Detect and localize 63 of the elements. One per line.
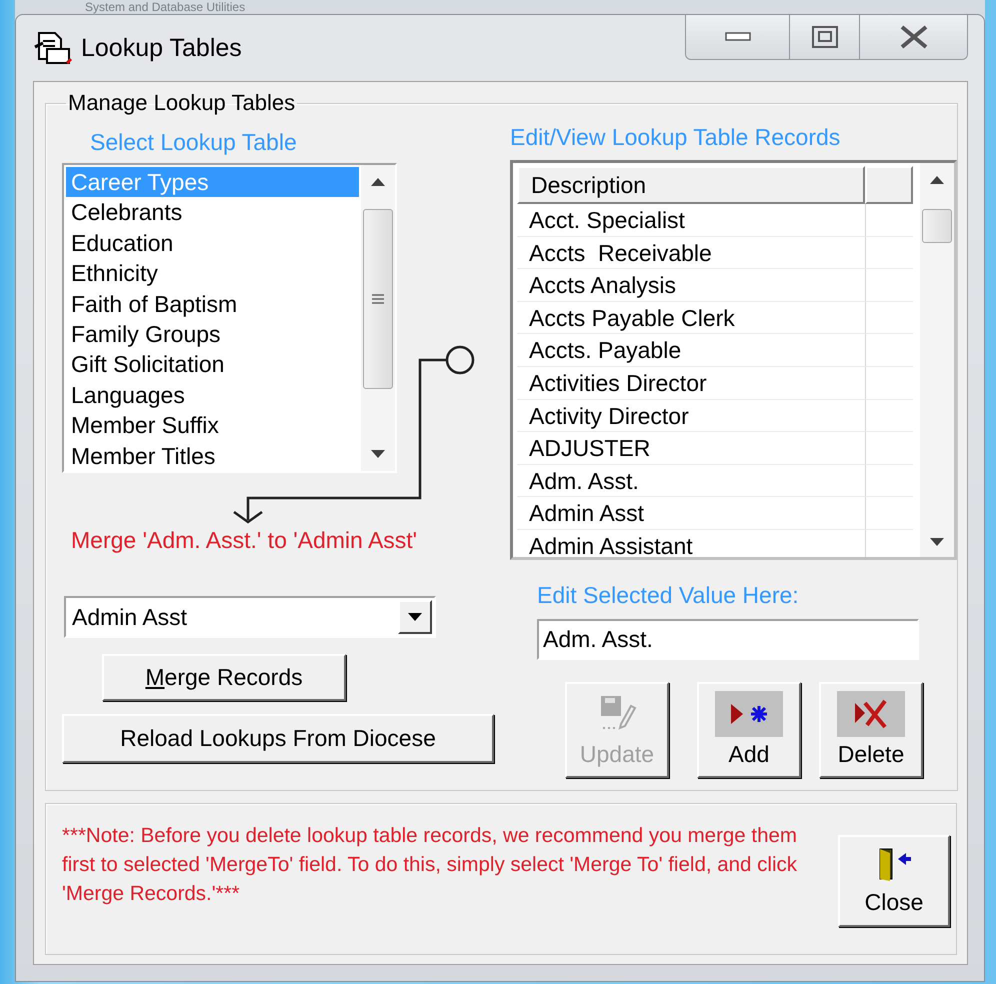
scroll-down-icon[interactable]	[930, 538, 944, 546]
merge-to-dropdown[interactable]: Admin Asst	[64, 596, 436, 638]
table-cell[interactable]: Admin Assistant	[517, 530, 865, 558]
list-item[interactable]: Celebrants	[66, 197, 359, 228]
column-header[interactable]	[865, 166, 913, 204]
column-header[interactable]: Description	[517, 166, 865, 204]
window-title: System and Database Utilities	[85, 0, 246, 14]
scrollbar[interactable]	[920, 163, 954, 558]
list-item[interactable]: Education	[66, 228, 359, 258]
table-cell[interactable]	[865, 269, 913, 302]
window-title: Lookup Tables	[81, 34, 242, 62]
table-cell[interactable]	[865, 204, 913, 237]
table-cell[interactable]	[865, 400, 913, 432]
dropdown-arrow-icon[interactable]	[408, 613, 422, 621]
lookup-table-list[interactable]: Career Types Celebrants Education Ethnicity Faith of Baptism Family Groups Gift Solicitation Languages Member Suffix Member Titles	[62, 163, 397, 473]
scroll-down-icon[interactable]	[371, 450, 385, 458]
list-item[interactable]: Languages	[66, 380, 359, 410]
table-cell[interactable]	[865, 432, 913, 465]
records-label: Edit/View Lookup Table Records	[510, 124, 842, 151]
list-item[interactable]: Ethnicity	[66, 258, 359, 289]
maximize-button[interactable]	[789, 15, 859, 59]
table-cell[interactable]: Accts Payable Clerk	[517, 302, 865, 334]
list-item[interactable]: Faith of Baptism	[66, 288, 359, 319]
list-label: Select Lookup Table	[90, 129, 298, 156]
table-cell[interactable]	[865, 302, 913, 334]
table-cell[interactable]: Accts Analysis	[517, 269, 865, 302]
table-cell[interactable]: Activities Director	[517, 366, 865, 400]
delete-button[interactable]: Delete	[819, 682, 923, 778]
maximize-icon[interactable]	[812, 26, 838, 48]
scroll-thumb[interactable]	[363, 209, 393, 389]
close-button[interactable]	[859, 15, 967, 59]
edit-label: Edit Selected Value Here:	[537, 582, 800, 610]
table-cell[interactable]: Acct. Specialist	[517, 204, 865, 237]
list-item[interactable]: Gift Solicitation	[66, 349, 359, 380]
list-item[interactable]: Member Titles	[66, 440, 359, 471]
scroll-thumb[interactable]	[922, 209, 952, 243]
add-button[interactable]: Add	[697, 682, 801, 778]
app-icon	[33, 29, 73, 67]
close-icon[interactable]	[898, 25, 928, 49]
table-cell[interactable]	[865, 334, 913, 367]
table-cell[interactable]: Accts. Payable	[517, 334, 865, 367]
table-cell[interactable]	[865, 236, 913, 270]
table-cell[interactable]: Activity Director	[517, 400, 865, 432]
list-item[interactable]: Family Groups	[66, 318, 359, 350]
reload-lookups-button[interactable]: Reload Lookups From Diocese	[62, 714, 494, 763]
list-item[interactable]: Member Suffix	[66, 410, 359, 441]
scroll-up-icon[interactable]	[371, 178, 385, 186]
close-dialog-button[interactable]: Close	[838, 835, 950, 927]
table-cell[interactable]: ADJUSTER	[517, 432, 865, 465]
edit-value-field[interactable]: Adm. Asst.	[537, 619, 919, 660]
table-cell[interactable]: Adm. Asst.	[517, 464, 865, 498]
table-cell[interactable]	[865, 464, 913, 498]
table-cell[interactable]	[865, 366, 913, 400]
merge-message: Merge 'Adm. Asst.' to 'Admin Asst'	[71, 527, 418, 554]
scrollbar[interactable]	[361, 165, 395, 471]
note-text: ***Note: Before you delete lookup table records, we recommend you merge them first to selected 'MergeTo' field. To do this, simply select 'Merge To' field, and click 'Merge Records.'***	[62, 823, 797, 907]
minimize-icon[interactable]	[724, 32, 750, 42]
group-title: Manage Lookup Tables	[67, 90, 296, 116]
table-cell[interactable]: Admin Asst	[517, 497, 865, 530]
merge-records-button[interactable]: Merge Records	[102, 654, 346, 701]
scroll-up-icon[interactable]	[930, 176, 944, 184]
table-cell[interactable]: Accts Receivable	[517, 236, 865, 270]
table-cell[interactable]	[865, 497, 913, 530]
